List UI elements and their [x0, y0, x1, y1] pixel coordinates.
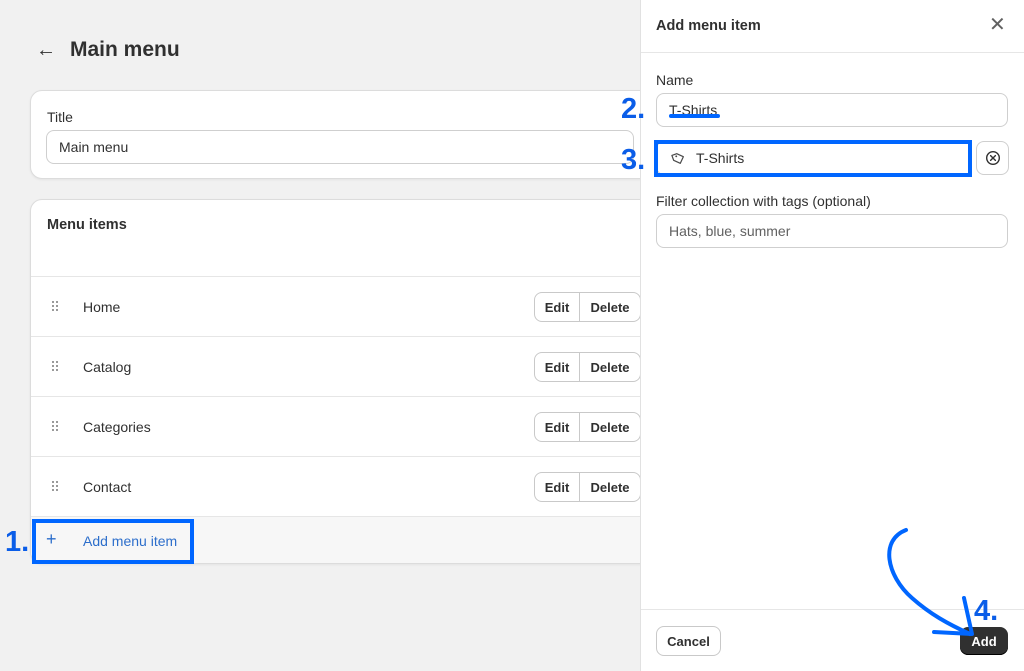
panel-title: Add menu item: [656, 18, 761, 34]
add-menu-item-panel: Add menu item ✕ Name T-Shirts T-Shirts F…: [640, 0, 1024, 671]
menu-item-label: Home: [83, 299, 121, 315]
title-card: Title Main menu: [30, 90, 660, 179]
remove-link-button[interactable]: [976, 141, 1009, 175]
menu-item-label: Categories: [83, 419, 151, 435]
row-actions: Edit Delete: [534, 352, 641, 382]
panel-footer: Cancel Add: [641, 609, 1024, 671]
menu-item-label: Contact: [83, 479, 132, 495]
drag-handle-icon[interactable]: [52, 361, 60, 371]
annotation-step1: 1.: [5, 526, 30, 558]
edit-button[interactable]: Edit: [535, 293, 580, 321]
title-label: Title: [47, 109, 73, 125]
annotation-step3: 3.: [621, 144, 646, 176]
filter-tags-placeholder: Hats, blue, summer: [669, 223, 791, 239]
filter-tags-label: Filter collection with tags (optional): [656, 193, 871, 209]
add-button[interactable]: Add: [960, 627, 1008, 655]
cancel-button[interactable]: Cancel: [656, 626, 721, 656]
arrow-left-icon[interactable]: ←: [36, 40, 56, 60]
row-actions: Edit Delete: [534, 292, 641, 322]
menu-item-row: Categories Edit Delete: [31, 396, 659, 456]
drag-handle-icon[interactable]: [52, 421, 60, 431]
drag-handle-icon[interactable]: [52, 481, 60, 491]
menu-items-heading: Menu items: [47, 217, 127, 233]
page-header: ← Main menu: [36, 38, 180, 62]
delete-button[interactable]: Delete: [580, 353, 640, 381]
page-title: Main menu: [70, 38, 180, 61]
title-input[interactable]: Main menu: [46, 130, 634, 164]
menu-items-card: Menu items Home Edit Delete Catalog Edit…: [30, 199, 660, 564]
drag-handle-icon[interactable]: [52, 301, 60, 311]
annotation-step2: 2.: [621, 93, 646, 125]
annotation-box-step3: [654, 140, 972, 177]
menu-item-row: Home Edit Delete: [31, 276, 659, 336]
menu-item-label: Catalog: [83, 359, 132, 375]
row-actions: Edit Delete: [534, 472, 641, 502]
circle-x-icon: [985, 150, 1000, 166]
close-icon[interactable]: ✕: [989, 15, 1006, 35]
panel-header: Add menu item ✕: [641, 0, 1024, 53]
edit-button[interactable]: Edit: [535, 473, 580, 501]
row-actions: Edit Delete: [534, 412, 641, 442]
name-input[interactable]: T-Shirts: [656, 93, 1008, 127]
delete-button[interactable]: Delete: [580, 293, 640, 321]
filter-tags-input[interactable]: Hats, blue, summer: [656, 214, 1008, 248]
annotation-step4: 4.: [974, 595, 999, 627]
edit-button[interactable]: Edit: [535, 353, 580, 381]
delete-button[interactable]: Delete: [580, 473, 640, 501]
delete-button[interactable]: Delete: [580, 413, 640, 441]
annotation-underline-step2: [669, 114, 720, 118]
menu-item-row: Catalog Edit Delete: [31, 336, 659, 396]
name-label: Name: [656, 72, 694, 88]
annotation-box-step1: [32, 519, 194, 564]
edit-button[interactable]: Edit: [535, 413, 580, 441]
menu-item-row: Contact Edit Delete: [31, 456, 659, 516]
